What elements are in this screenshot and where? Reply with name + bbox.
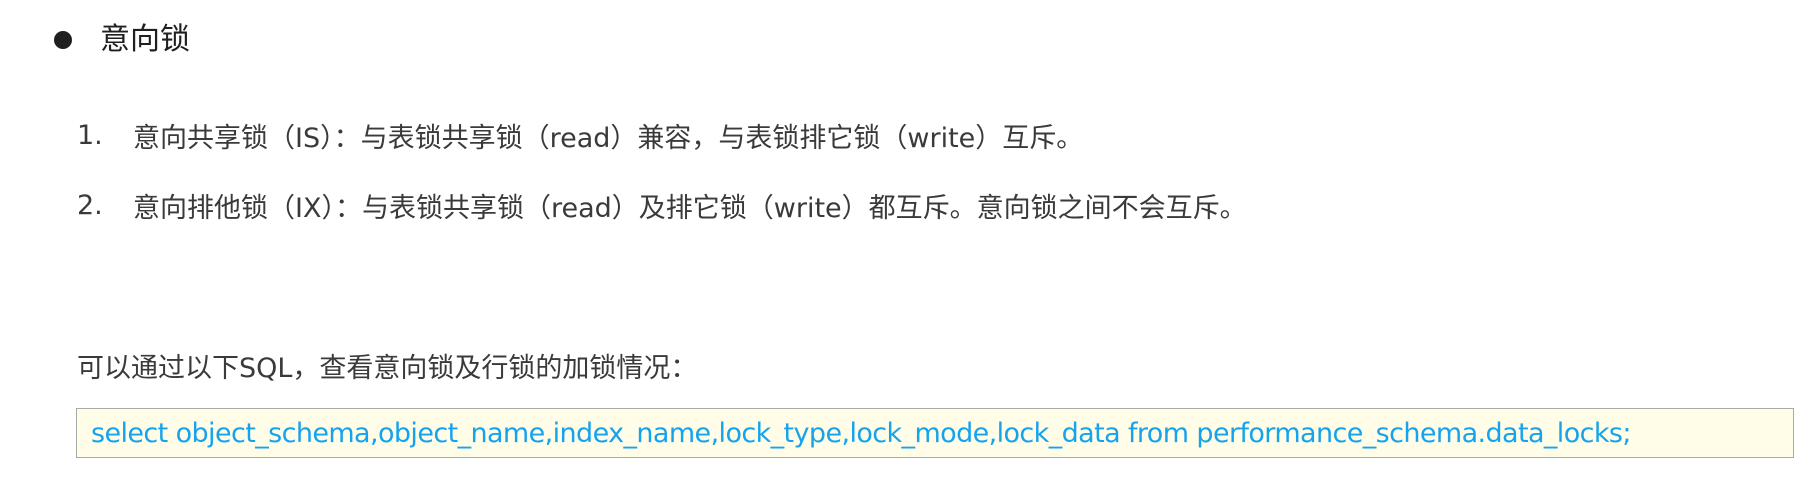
section-title: 意向锁	[100, 22, 190, 57]
list-item-text: 意向共享锁（IS）：与表锁共享锁（read）兼容，与表锁排它锁（write）互斥…	[133, 122, 1084, 154]
section-heading: 意向锁	[54, 16, 190, 64]
list-item-text: 意向排他锁（IX）：与表锁共享锁（read）及排它锁（write）都互斥。意向锁…	[133, 192, 1247, 224]
bullet-icon	[54, 31, 72, 49]
list-item-number: 2.	[77, 189, 103, 221]
list-item: 2. 意向排他锁（IX）：与表锁共享锁（read）及排它锁（write）都互斥。…	[77, 184, 1247, 226]
list-item-number: 1.	[77, 119, 103, 151]
list-item: 1. 意向共享锁（IS）：与表锁共享锁（read）兼容，与表锁排它锁（write…	[77, 114, 1247, 156]
sql-code-text: select object_schema,object_name,index_n…	[91, 417, 1631, 449]
sql-code-box: select object_schema,object_name,index_n…	[76, 408, 1794, 458]
instruction-paragraph: 可以通过以下SQL，查看意向锁及行锁的加锁情况：	[77, 353, 698, 384]
numbered-list: 1. 意向共享锁（IS）：与表锁共享锁（read）兼容，与表锁排它锁（write…	[77, 114, 1247, 254]
